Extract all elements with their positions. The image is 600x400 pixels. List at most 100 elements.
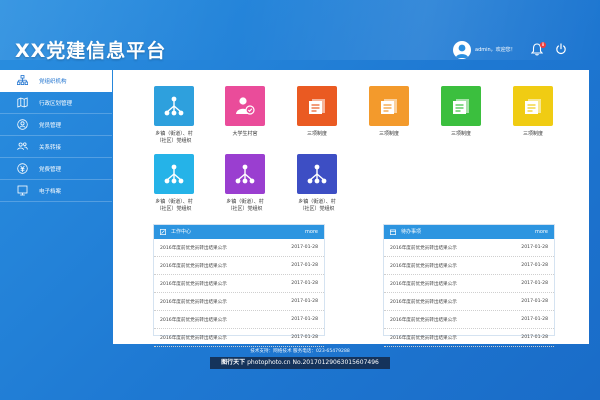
tile-icon-box [225, 154, 265, 194]
list-item-date: 2017-01-28 [291, 299, 318, 304]
org-tree-icon [164, 96, 184, 116]
tile-icon-box [225, 86, 265, 126]
watermark-bar: 图行天下 photophoto.cn No.201701290630156074… [210, 357, 390, 369]
tile-label: 三项制度 [522, 131, 543, 137]
welcome-text: admin，欢迎您！ [475, 47, 516, 53]
org-tree-icon [235, 164, 255, 184]
tile-party-org-1[interactable]: 乡镇（街道）、村 （社区）党组织 [144, 86, 204, 145]
sidebar-item-admin-division[interactable]: 行政区划管理 [0, 92, 112, 114]
edit-icon [160, 229, 166, 235]
document-icon [309, 99, 325, 114]
document-icon [525, 99, 541, 114]
list-item[interactable]: 2016年度前优党员转出结果公示 2017-01-28 [154, 275, 324, 293]
list-item[interactable]: 2016年度前优党员转出结果公示 2017-01-28 [154, 329, 324, 347]
footer-text: 技术支持：网络技术 服务电话：023-65479288 [250, 349, 350, 354]
list-item[interactable]: 2016年度前优党员转出结果公示 2017-01-28 [154, 311, 324, 329]
tile-three-systems-3[interactable]: 三项制度 [431, 86, 491, 138]
watermark-number: No.20170129063015607496 [292, 359, 379, 366]
archive-icon [17, 185, 28, 196]
list-item[interactable]: 2016年度前优党员转出结果公示 2017-01-28 [384, 239, 554, 257]
list-item[interactable]: 2016年度前优党员转出结果公示 2017-01-28 [154, 257, 324, 275]
tile-label: 乡镇（街道）、村 （社区）党组织 [155, 131, 193, 144]
tile-label: 乡镇（街道）、村 （社区）党组织 [298, 199, 336, 212]
tile-icon-box [154, 154, 194, 194]
user-avatar[interactable] [453, 41, 471, 59]
list-item-date: 2017-01-28 [291, 281, 318, 286]
member-icon [17, 119, 28, 130]
sidebar-item-transfer[interactable]: 关系转接 [0, 136, 112, 158]
user-avatar-icon [455, 44, 469, 58]
list-item-title: 2016年度前优党员转出结果公示 [390, 318, 457, 323]
power-icon[interactable] [555, 43, 567, 55]
tile-three-systems-4[interactable]: 三项制度 [503, 86, 563, 138]
calendar-icon [390, 229, 396, 235]
tile-label: 大学生村官 [232, 131, 258, 137]
list-item-date: 2017-01-28 [521, 317, 548, 322]
list-item-title: 2016年度前优党员转出结果公示 [390, 282, 457, 287]
map-icon [17, 97, 28, 108]
tile-party-org-3[interactable]: 乡镇（街道）、村 （社区）党组织 [215, 154, 275, 213]
org-tree-icon [164, 164, 184, 184]
list-item[interactable]: 2016年度前优党员转出结果公示 2017-01-28 [384, 329, 554, 347]
list-item-date: 2017-01-28 [521, 245, 548, 250]
sidebar-item-fees[interactable]: 党费管理 [0, 158, 112, 180]
sidebar-item-label: 党组织机构 [39, 79, 67, 85]
todo-title: 待办事项 [401, 229, 422, 235]
sidebar-item-label: 电子档案 [39, 189, 62, 195]
list-item[interactable]: 2016年度前优党员转出结果公示 2017-01-28 [154, 293, 324, 311]
tile-icon-box [441, 86, 481, 126]
tile-party-org-4[interactable]: 乡镇（街道）、村 （社区）党组织 [287, 154, 347, 213]
list-item-title: 2016年度前优党员转出结果公示 [160, 300, 227, 305]
sidebar-item-archives[interactable]: 电子档案 [0, 180, 112, 202]
watermark-brand: 图行天下 [221, 359, 246, 366]
list-item-date: 2017-01-28 [291, 335, 318, 340]
list-item-title: 2016年度前优党员转出结果公示 [390, 264, 457, 269]
list-item[interactable]: 2016年度前优党员转出结果公示 2017-01-28 [384, 293, 554, 311]
list-item-title: 2016年度前优党员转出结果公示 [160, 264, 227, 269]
sidebar-item-label: 党费管理 [39, 167, 62, 173]
watermark-url: photophoto.cn [247, 359, 291, 366]
tile-icon-box [297, 154, 337, 194]
tile-college-village-official[interactable]: 大学生村官 [215, 86, 275, 138]
list-item-title: 2016年度前优党员转出结果公示 [390, 300, 457, 305]
top-header: XX党建信息平台 admin，欢迎您！ 8 [0, 0, 600, 66]
notification-badge: 8 [540, 42, 546, 48]
list-item[interactable]: 2016年度前优党员转出结果公示 2017-01-28 [384, 311, 554, 329]
list-item-date: 2017-01-28 [291, 263, 318, 268]
list-item-date: 2017-01-28 [291, 317, 318, 322]
tile-label: 乡镇（街道）、村 （社区）党组织 [155, 199, 193, 212]
tile-label: 三项制度 [450, 131, 471, 137]
list-item-date: 2017-01-28 [521, 281, 548, 286]
list-item[interactable]: 2016年度前优党员转出结果公示 2017-01-28 [384, 275, 554, 293]
list-item-title: 2016年度前优党员转出结果公示 [390, 246, 457, 251]
list-item-title: 2016年度前优党员转出结果公示 [160, 318, 227, 323]
tile-three-systems-2[interactable]: 三项制度 [359, 86, 419, 138]
tile-three-systems-1[interactable]: 三项制度 [287, 86, 347, 138]
fee-icon [17, 163, 28, 174]
list-item-date: 2017-01-28 [521, 263, 548, 268]
work-center-header: 工作中心 more [154, 225, 324, 239]
work-center-more-link[interactable]: more [305, 225, 318, 239]
list-item[interactable]: 2016年度前优党员转出结果公示 2017-01-28 [384, 257, 554, 275]
sidebar-item-label: 关系转接 [39, 145, 62, 151]
sidebar: 党组织机构 行政区划管理 党员管理 关系转接 党费管理 电子档案 [0, 70, 112, 202]
person-badge-icon [236, 97, 255, 115]
document-icon [381, 99, 397, 114]
list-item[interactable]: 2016年度前优党员转出结果公示 2017-01-28 [154, 239, 324, 257]
sidebar-item-org-structure[interactable]: 党组织机构 [0, 70, 112, 92]
list-item-title: 2016年度前优党员转出结果公示 [160, 282, 227, 287]
todo-more-link[interactable]: more [535, 225, 548, 239]
list-item-title: 2016年度前优党员转出结果公示 [160, 336, 227, 341]
app-title: XX党建信息平台 [15, 40, 167, 62]
tile-party-org-2[interactable]: 乡镇（街道）、村 （社区）党组织 [144, 154, 204, 213]
work-center-title: 工作中心 [171, 229, 192, 235]
tile-icon-box [154, 86, 194, 126]
sidebar-item-label: 行政区划管理 [39, 101, 73, 107]
todo-panel: 待办事项 more 2016年度前优党员转出结果公示 2017-01-28 20… [383, 224, 555, 347]
tile-icon-box [513, 86, 553, 126]
list-item-title: 2016年度前优党员转出结果公示 [160, 246, 227, 251]
list-item-date: 2017-01-28 [291, 245, 318, 250]
sidebar-item-members[interactable]: 党员管理 [0, 114, 112, 136]
tile-label: 三项制度 [306, 131, 327, 137]
org-tree-icon [307, 164, 327, 184]
